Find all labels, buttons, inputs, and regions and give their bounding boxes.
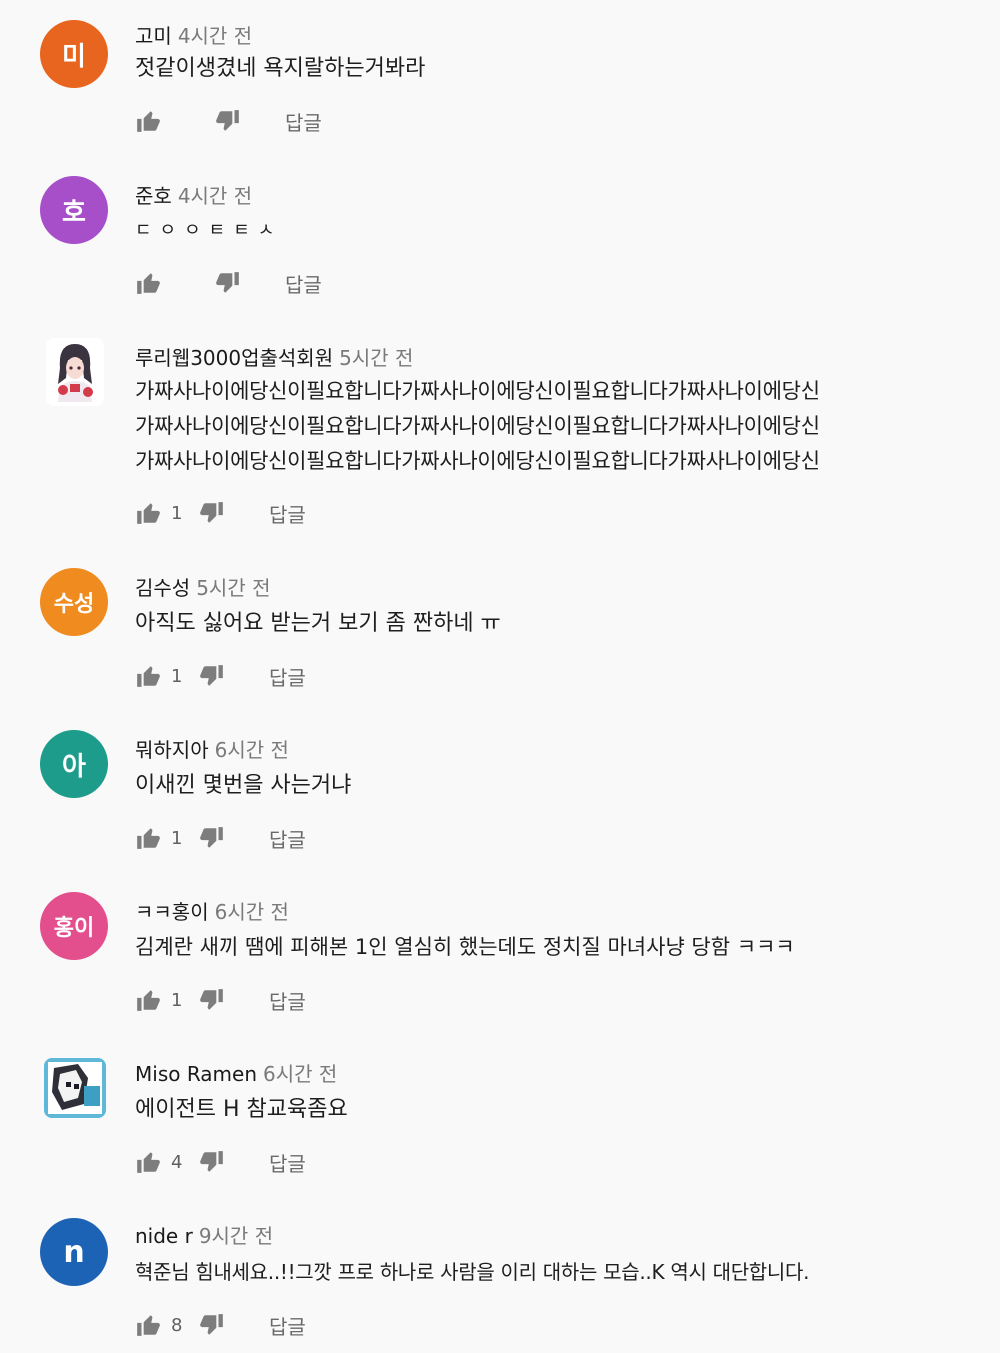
reply-button[interactable]: 답글 [269, 986, 306, 1015]
avatar-initial: n [63, 1234, 85, 1270]
comment-time[interactable]: 6시간 전 [215, 738, 289, 762]
comment-time[interactable]: 5시간 전 [339, 346, 413, 370]
thumbs-up-icon[interactable] [135, 825, 161, 851]
comment-author[interactable]: nide r [135, 1224, 193, 1248]
pixel-character-avatar-icon [44, 1058, 106, 1118]
comment-time[interactable]: 4시간 전 [178, 24, 252, 48]
like-count: 1 [171, 502, 183, 524]
comment-author[interactable]: 뭐하지아 [135, 738, 209, 762]
comment-text: 이새낀 몇번을 사는거냐 [135, 773, 352, 798]
thumbs-down-icon[interactable] [199, 1312, 225, 1338]
comment-author[interactable]: 고미 [135, 24, 172, 48]
comment-text: 젓같이생겼네 욕지랄하는거봐라 [135, 56, 426, 81]
avatar[interactable]: n [40, 1218, 108, 1286]
like-count: 1 [171, 989, 183, 1011]
thumbs-down-icon[interactable] [199, 500, 225, 526]
anime-girl-avatar-icon [46, 338, 104, 406]
avatar[interactable]: 호 [40, 176, 108, 244]
comment-text: 혁준님 힘내세요..!!그깟 프로 하나로 사람을 이리 대하는 모습..K 역… [135, 1260, 810, 1284]
reply-button[interactable]: 답글 [285, 269, 322, 298]
thumbs-up-icon[interactable] [135, 108, 161, 134]
avatar[interactable]: 미 [40, 20, 108, 88]
thumbs-down-icon[interactable] [199, 663, 225, 689]
thumbs-up-icon[interactable] [135, 663, 161, 689]
thumbs-down-icon[interactable] [199, 825, 225, 851]
avatar[interactable]: 아 [40, 730, 108, 798]
avatar-initial: 아 [62, 751, 86, 782]
comment-author[interactable]: 준호 [135, 184, 172, 208]
thumbs-up-icon[interactable] [135, 500, 161, 526]
avatar-initial: 미 [62, 41, 86, 72]
avatar[interactable] [46, 338, 104, 406]
comment-time[interactable]: 4시간 전 [178, 184, 252, 208]
reply-button[interactable]: 답글 [269, 662, 306, 691]
comment-author[interactable]: Miso Ramen [135, 1062, 257, 1086]
comment-time[interactable]: 6시간 전 [215, 900, 289, 924]
thumbs-up-icon[interactable] [135, 987, 161, 1013]
avatar[interactable] [44, 1058, 106, 1118]
thumbs-down-icon[interactable] [215, 108, 241, 134]
thumbs-down-icon[interactable] [199, 1149, 225, 1175]
comment-time[interactable]: 9시간 전 [199, 1224, 273, 1248]
reply-button[interactable]: 답글 [269, 824, 306, 853]
comment-text: 아직도 싫어요 받는거 보기 좀 짠하네 ㅠ [135, 611, 501, 636]
comment-text: 가짜사나이에당신이필요합니다가짜사나이에당신이필요합니다가짜사나이에당신 가짜사… [135, 379, 820, 473]
thumbs-up-icon[interactable] [135, 1312, 161, 1338]
comment-author[interactable]: ㅋㅋ홍이 [135, 900, 209, 924]
reply-button[interactable]: 답글 [285, 107, 322, 136]
comment-time[interactable]: 6시간 전 [263, 1062, 337, 1086]
reply-button[interactable]: 답글 [269, 499, 306, 528]
avatar[interactable]: 수성 [40, 568, 108, 636]
comment-text: 에이전트 H 참교육좀요 [135, 1097, 348, 1122]
avatar-initial: 수성 [53, 592, 95, 617]
comment-text: ㄷㅇㅇㅌㅌㅅ [135, 220, 283, 241]
comment-author[interactable]: 루리웹3000업출석회원 [135, 346, 333, 370]
avatar-initial: 홍이 [53, 916, 95, 941]
thumbs-down-icon[interactable] [199, 987, 225, 1013]
reply-button[interactable]: 답글 [269, 1148, 306, 1177]
like-count: 4 [171, 1151, 183, 1173]
avatar[interactable]: 홍이 [40, 892, 108, 960]
like-count: 1 [171, 665, 183, 687]
thumbs-up-icon[interactable] [135, 1149, 161, 1175]
thumbs-down-icon[interactable] [215, 270, 241, 296]
comment-author[interactable]: 김수성 [135, 576, 190, 600]
reply-button[interactable]: 답글 [269, 1311, 306, 1340]
like-count: 1 [171, 827, 183, 849]
thumbs-up-icon[interactable] [135, 270, 161, 296]
like-count: 8 [171, 1314, 183, 1336]
avatar-initial: 호 [62, 197, 86, 228]
comment-time[interactable]: 5시간 전 [196, 576, 270, 600]
comment-text: 김계란 새끼 땜에 피해본 1인 열심히 했는데도 정치질 마녀사냥 당함 ㅋㅋ… [135, 935, 795, 959]
